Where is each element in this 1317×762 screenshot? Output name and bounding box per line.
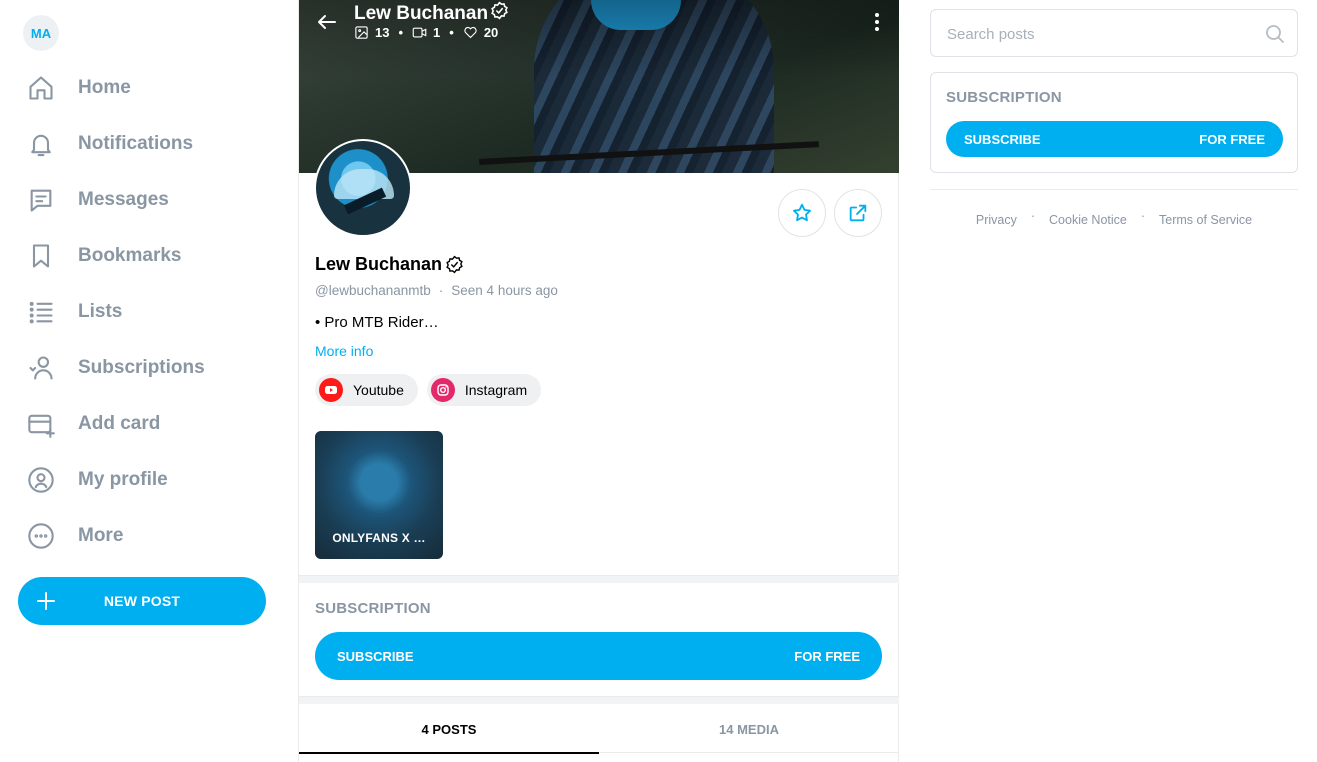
- more-icon: [27, 522, 55, 550]
- subscribe-label: SUBSCRIBE: [964, 132, 1041, 147]
- search-box: [930, 9, 1298, 57]
- profile-stats: 13 • 1 • 20: [354, 25, 498, 40]
- left-sidebar: MA Home Notifications Messages Bookmarks: [0, 0, 298, 762]
- nav-item-lists[interactable]: Lists: [0, 284, 298, 340]
- profile-column: Lew Buchanan 13 • 1 • 20 Lew Buchanan @l…: [298, 0, 899, 762]
- videos-count: 1: [433, 25, 441, 40]
- list-icon: [27, 298, 55, 326]
- likes-stat: 20: [463, 25, 498, 40]
- photos-count: 13: [375, 25, 390, 40]
- subscription-card: SUBSCRIPTION SUBSCRIBE FOR FREE: [930, 72, 1298, 173]
- bell-icon: [27, 130, 55, 158]
- nav-item-more[interactable]: More: [0, 508, 298, 564]
- star-icon: [793, 203, 811, 222]
- photos-stat: 13: [354, 25, 389, 40]
- nav-label: Home: [78, 77, 131, 98]
- search-icon[interactable]: [1265, 24, 1285, 44]
- highlight-caption: ONLYFANS X …: [332, 531, 426, 545]
- instagram-link[interactable]: Instagram: [426, 374, 542, 406]
- subscriptions-icon: [27, 354, 55, 382]
- tab-media[interactable]: 14 MEDIA: [599, 705, 899, 753]
- kebab-menu-icon[interactable]: [865, 10, 889, 34]
- share-button[interactable]: [834, 189, 882, 237]
- handle-line: @lewbuchananmtb · Seen 4 hours ago: [315, 283, 558, 298]
- profile-icon: [27, 466, 55, 494]
- message-icon: [27, 186, 55, 214]
- heart-icon: [464, 26, 477, 39]
- user-avatar[interactable]: MA: [23, 15, 59, 51]
- card-icon: [27, 410, 55, 438]
- profile-bio: • Pro MTB Rider…: [315, 314, 439, 331]
- header-name: Lew Buchanan: [354, 1, 509, 26]
- subscribe-price: FOR FREE: [794, 649, 860, 664]
- likes-count: 20: [483, 25, 499, 40]
- nav-item-home[interactable]: Home: [0, 60, 298, 116]
- bookmark-icon: [27, 242, 55, 270]
- home-icon: [27, 74, 55, 102]
- subscribe-price: FOR FREE: [1199, 132, 1265, 147]
- profile-avatar[interactable]: [314, 139, 412, 237]
- header-name-text: Lew Buchanan: [354, 2, 489, 24]
- new-post-button[interactable]: NEW POST: [18, 577, 266, 625]
- profile-name: Lew Buchanan: [315, 254, 464, 275]
- youtube-link[interactable]: Youtube: [315, 374, 418, 406]
- youtube-label: Youtube: [353, 382, 404, 398]
- section-divider: [299, 575, 899, 583]
- section-divider: [299, 696, 899, 704]
- highlight-tile[interactable]: ONLYFANS X …: [315, 431, 443, 559]
- privacy-link[interactable]: Privacy: [976, 213, 1017, 227]
- add-to-favorites-button[interactable]: [778, 189, 826, 237]
- instagram-label: Instagram: [464, 382, 528, 398]
- content-tabs: 4 POSTS 14 MEDIA: [299, 705, 899, 754]
- nav-label: Notifications: [78, 133, 194, 154]
- profile-name-text: Lew Buchanan: [315, 254, 443, 274]
- subscribe-label: SUBSCRIBE: [337, 649, 414, 664]
- video-icon: [412, 27, 427, 38]
- subscription-title: SUBSCRIPTION: [315, 600, 431, 617]
- cookie-notice-link[interactable]: Cookie Notice: [1049, 213, 1127, 227]
- subscription-card-title: SUBSCRIPTION: [946, 89, 1062, 106]
- main-nav: Home Notifications Messages Bookmarks Li…: [0, 60, 298, 564]
- nav-label: Lists: [78, 301, 123, 322]
- nav-label: More: [78, 525, 124, 546]
- right-divider: [930, 189, 1298, 190]
- nav-item-messages[interactable]: Messages: [0, 172, 298, 228]
- nav-item-add-card[interactable]: Add card: [0, 396, 298, 452]
- nav-label: Subscriptions: [78, 357, 205, 378]
- nav-item-notifications[interactable]: Notifications: [0, 116, 298, 172]
- nav-label: Messages: [78, 189, 169, 210]
- tab-posts[interactable]: 4 POSTS: [299, 705, 599, 754]
- verified-icon: [446, 255, 463, 274]
- search-input[interactable]: [947, 22, 1247, 46]
- subscribe-button[interactable]: SUBSCRIBE FOR FREE: [315, 632, 882, 680]
- profile-handle: @lewbuchananmtb: [315, 283, 431, 298]
- nav-label: Add card: [78, 413, 161, 434]
- new-post-label: NEW POST: [103, 593, 181, 609]
- footer-links: Privacy · Cookie Notice · Terms of Servi…: [975, 209, 1253, 227]
- more-info-link[interactable]: More info: [315, 343, 373, 359]
- back-arrow-icon[interactable]: [315, 10, 339, 34]
- nav-item-my-profile[interactable]: My profile: [0, 452, 298, 508]
- profile-header-bar: Lew Buchanan 13 • 1 • 20: [299, 0, 899, 45]
- nav-label: Bookmarks: [78, 245, 182, 266]
- terms-link[interactable]: Terms of Service: [1159, 213, 1252, 227]
- social-links: Youtube Instagram: [315, 374, 542, 406]
- nav-item-bookmarks[interactable]: Bookmarks: [0, 228, 298, 284]
- last-seen: Seen 4 hours ago: [451, 283, 558, 298]
- instagram-icon: [430, 378, 455, 402]
- nav-label: My profile: [78, 469, 168, 490]
- nav-item-subscriptions[interactable]: Subscriptions: [0, 340, 298, 396]
- share-icon: [849, 204, 867, 222]
- videos-stat: 1: [412, 25, 440, 40]
- verified-icon: [488, 1, 509, 26]
- subscribe-button-side[interactable]: SUBSCRIBE FOR FREE: [946, 121, 1283, 157]
- image-icon: [355, 26, 368, 39]
- youtube-icon: [319, 378, 343, 402]
